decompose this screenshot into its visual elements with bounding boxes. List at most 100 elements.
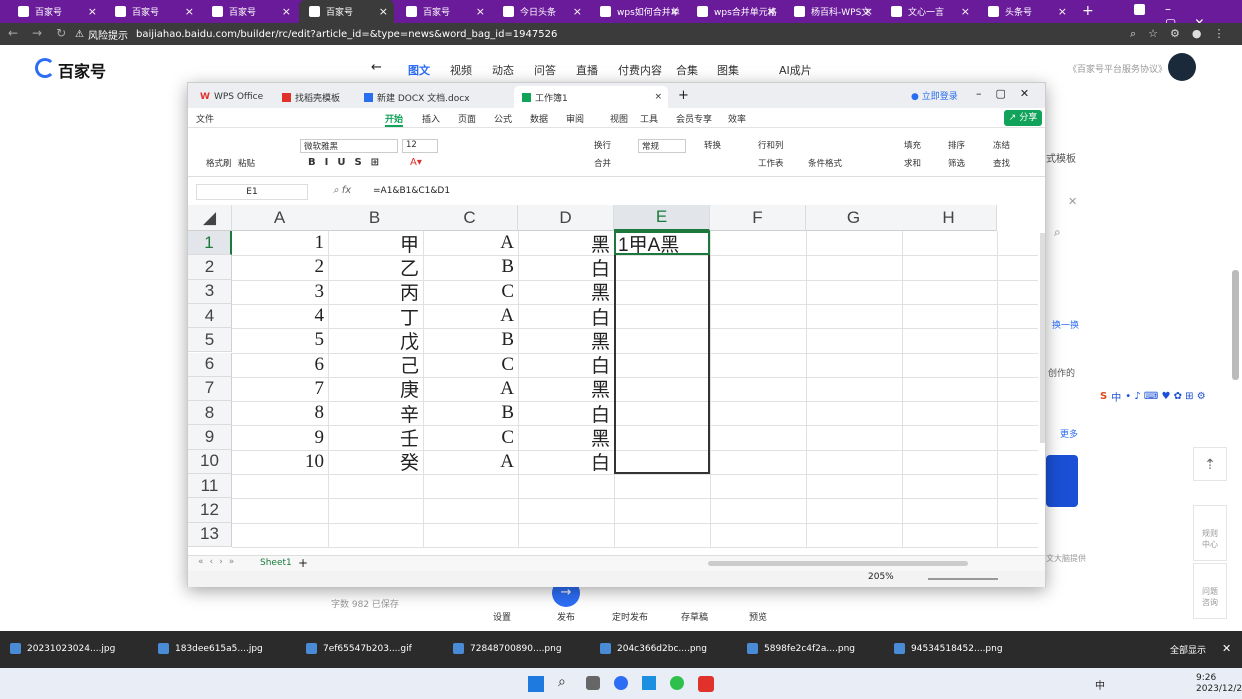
- column-header[interactable]: H: [901, 205, 997, 231]
- sum-button[interactable]: 求和: [904, 157, 921, 169]
- download-item[interactable]: 7ef65547b203....gif: [306, 643, 412, 654]
- browser-tab[interactable]: 文心一言 ×: [881, 0, 976, 23]
- browser-tab[interactable]: wps如何合并单 ×: [590, 0, 685, 23]
- grid-cell[interactable]: C: [422, 425, 518, 449]
- tab-close-icon[interactable]: ×: [282, 5, 291, 18]
- ime-toolbar[interactable]: S 中 • ♪ ⌨ ♥ ✿ ⊞ ⚙: [1096, 386, 1242, 406]
- tab-close-icon[interactable]: ×: [88, 5, 97, 18]
- grid-cell[interactable]: 1甲A黑: [614, 231, 710, 256]
- row-header[interactable]: 9: [188, 425, 232, 450]
- grid-cell[interactable]: 9: [232, 425, 328, 449]
- column-header[interactable]: A: [232, 205, 328, 231]
- grid-cell[interactable]: 白: [518, 401, 614, 426]
- nav-item[interactable]: 付费内容: [618, 62, 662, 78]
- browser-tab[interactable]: 今日头条 ×: [493, 0, 588, 23]
- grid-cell[interactable]: 辛: [327, 401, 423, 426]
- grid-cell[interactable]: [614, 255, 710, 279]
- tab-close-icon[interactable]: ×: [573, 5, 582, 18]
- menu-item[interactable]: 插入: [422, 112, 440, 125]
- url-field[interactable]: ⚠ 风险提示 baijiahao.baidu.com/builder/rc/ed…: [75, 25, 1145, 43]
- find-button[interactable]: 查找: [993, 157, 1010, 169]
- menu-item[interactable]: 审阅: [566, 112, 584, 125]
- fill-button[interactable]: 填充: [904, 139, 921, 151]
- grid-cell[interactable]: C: [422, 353, 518, 377]
- browser-tab[interactable]: 百家号 ×: [8, 0, 103, 23]
- column-header[interactable]: F: [710, 205, 806, 231]
- column-header[interactable]: C: [422, 205, 518, 231]
- grid-cell[interactable]: 黑: [518, 377, 614, 401]
- number-format-select[interactable]: 常规: [638, 139, 686, 153]
- more-link[interactable]: 更多: [1060, 427, 1078, 440]
- grid-cell[interactable]: B: [422, 401, 518, 425]
- taskview-icon[interactable]: [586, 676, 600, 690]
- agreement-link[interactable]: 《百家号平台服务协议》: [1068, 62, 1167, 75]
- back-to-top-button[interactable]: ⇡: [1193, 447, 1227, 481]
- preview-button[interactable]: 预览: [749, 610, 767, 623]
- nav-item[interactable]: 直播: [576, 62, 598, 78]
- grid-cell[interactable]: 7: [232, 377, 328, 401]
- grid-cell[interactable]: 癸: [327, 450, 423, 474]
- grid-cell[interactable]: [614, 425, 710, 449]
- font-size-select[interactable]: 12: [402, 139, 438, 153]
- browser-tab[interactable]: 百家号 ×: [105, 0, 200, 23]
- fx-icon[interactable]: ⌕ fx: [333, 185, 351, 196]
- row-header[interactable]: 8: [188, 401, 232, 426]
- row-header[interactable]: 13: [188, 522, 232, 547]
- grid-cell[interactable]: 黑: [518, 328, 614, 353]
- menu-item[interactable]: 效率: [728, 112, 746, 125]
- download-item[interactable]: 204c366d2bc....png: [600, 643, 707, 654]
- back-arrow-icon[interactable]: ←: [371, 60, 382, 75]
- nav-item[interactable]: 图集: [717, 62, 739, 78]
- nav-item[interactable]: 合集: [676, 62, 698, 78]
- menu-item[interactable]: 页面: [458, 112, 476, 125]
- menu-item[interactable]: 开始: [385, 112, 404, 127]
- ime-indicator[interactable]: 中: [1095, 677, 1105, 692]
- paste-button[interactable]: 粘贴: [238, 157, 255, 169]
- font-color-button[interactable]: A▾: [410, 157, 422, 168]
- grid-cell[interactable]: 乙: [327, 255, 423, 280]
- browser-tab[interactable]: 杨百科-WPS文 ×: [784, 0, 879, 23]
- font-select[interactable]: 微软雅黑: [300, 139, 398, 153]
- grid-cell[interactable]: 2: [232, 255, 328, 279]
- row-header[interactable]: 1: [188, 231, 232, 256]
- nav-buttons[interactable]: ←→↻: [8, 26, 80, 40]
- sheet-tab[interactable]: Sheet1: [260, 558, 292, 568]
- column-header[interactable]: E: [614, 205, 710, 231]
- wps-home-tab[interactable]: W WPS Office: [192, 86, 272, 108]
- grid-cell[interactable]: [614, 450, 710, 474]
- grid-cell[interactable]: 3: [232, 280, 328, 304]
- nav-item[interactable]: 图文: [408, 62, 430, 78]
- template-tab[interactable]: 找稻壳模板: [274, 86, 354, 108]
- share-button[interactable]: ↗ 分享: [1004, 110, 1042, 126]
- grid-cell[interactable]: 黑: [518, 280, 614, 304]
- browser-tab[interactable]: wps合并单元格 ×: [687, 0, 782, 23]
- grid-cell[interactable]: 黑: [518, 425, 614, 450]
- wrap-button[interactable]: 换行: [594, 139, 611, 151]
- sort-button[interactable]: 排序: [948, 139, 965, 151]
- row-header[interactable]: 6: [188, 352, 232, 377]
- new-doc-button[interactable]: +: [678, 88, 689, 103]
- tab-close-icon[interactable]: ×: [864, 5, 873, 18]
- row-header[interactable]: 3: [188, 279, 232, 304]
- avatar[interactable]: [1168, 53, 1196, 81]
- grid-cell[interactable]: 6: [232, 353, 328, 377]
- grid-cell[interactable]: [614, 401, 710, 425]
- grid-cell[interactable]: 10: [232, 450, 328, 474]
- grid-cell[interactable]: 8: [232, 401, 328, 425]
- row-header[interactable]: 12: [188, 498, 232, 523]
- row-header[interactable]: 10: [188, 449, 232, 474]
- tab-close-icon[interactable]: ×: [767, 5, 776, 18]
- nav-item[interactable]: 视频: [450, 62, 472, 78]
- grid-cell[interactable]: 黑: [518, 231, 614, 256]
- new-tab-button[interactable]: +: [1082, 3, 1094, 19]
- filter-button[interactable]: 筛选: [948, 157, 965, 169]
- row-header[interactable]: 4: [188, 303, 232, 329]
- grid-cell[interactable]: 1: [232, 231, 328, 255]
- nav-item[interactable]: AI成片: [779, 62, 812, 78]
- row-header[interactable]: 2: [188, 255, 232, 280]
- grid-cell[interactable]: A: [422, 377, 518, 401]
- grid-cell[interactable]: 甲: [327, 231, 423, 256]
- grid-cell[interactable]: 丙: [327, 280, 423, 304]
- formula-input[interactable]: =A1&B1&C1&D1: [373, 186, 450, 196]
- menu-item[interactable]: 视图: [610, 112, 628, 125]
